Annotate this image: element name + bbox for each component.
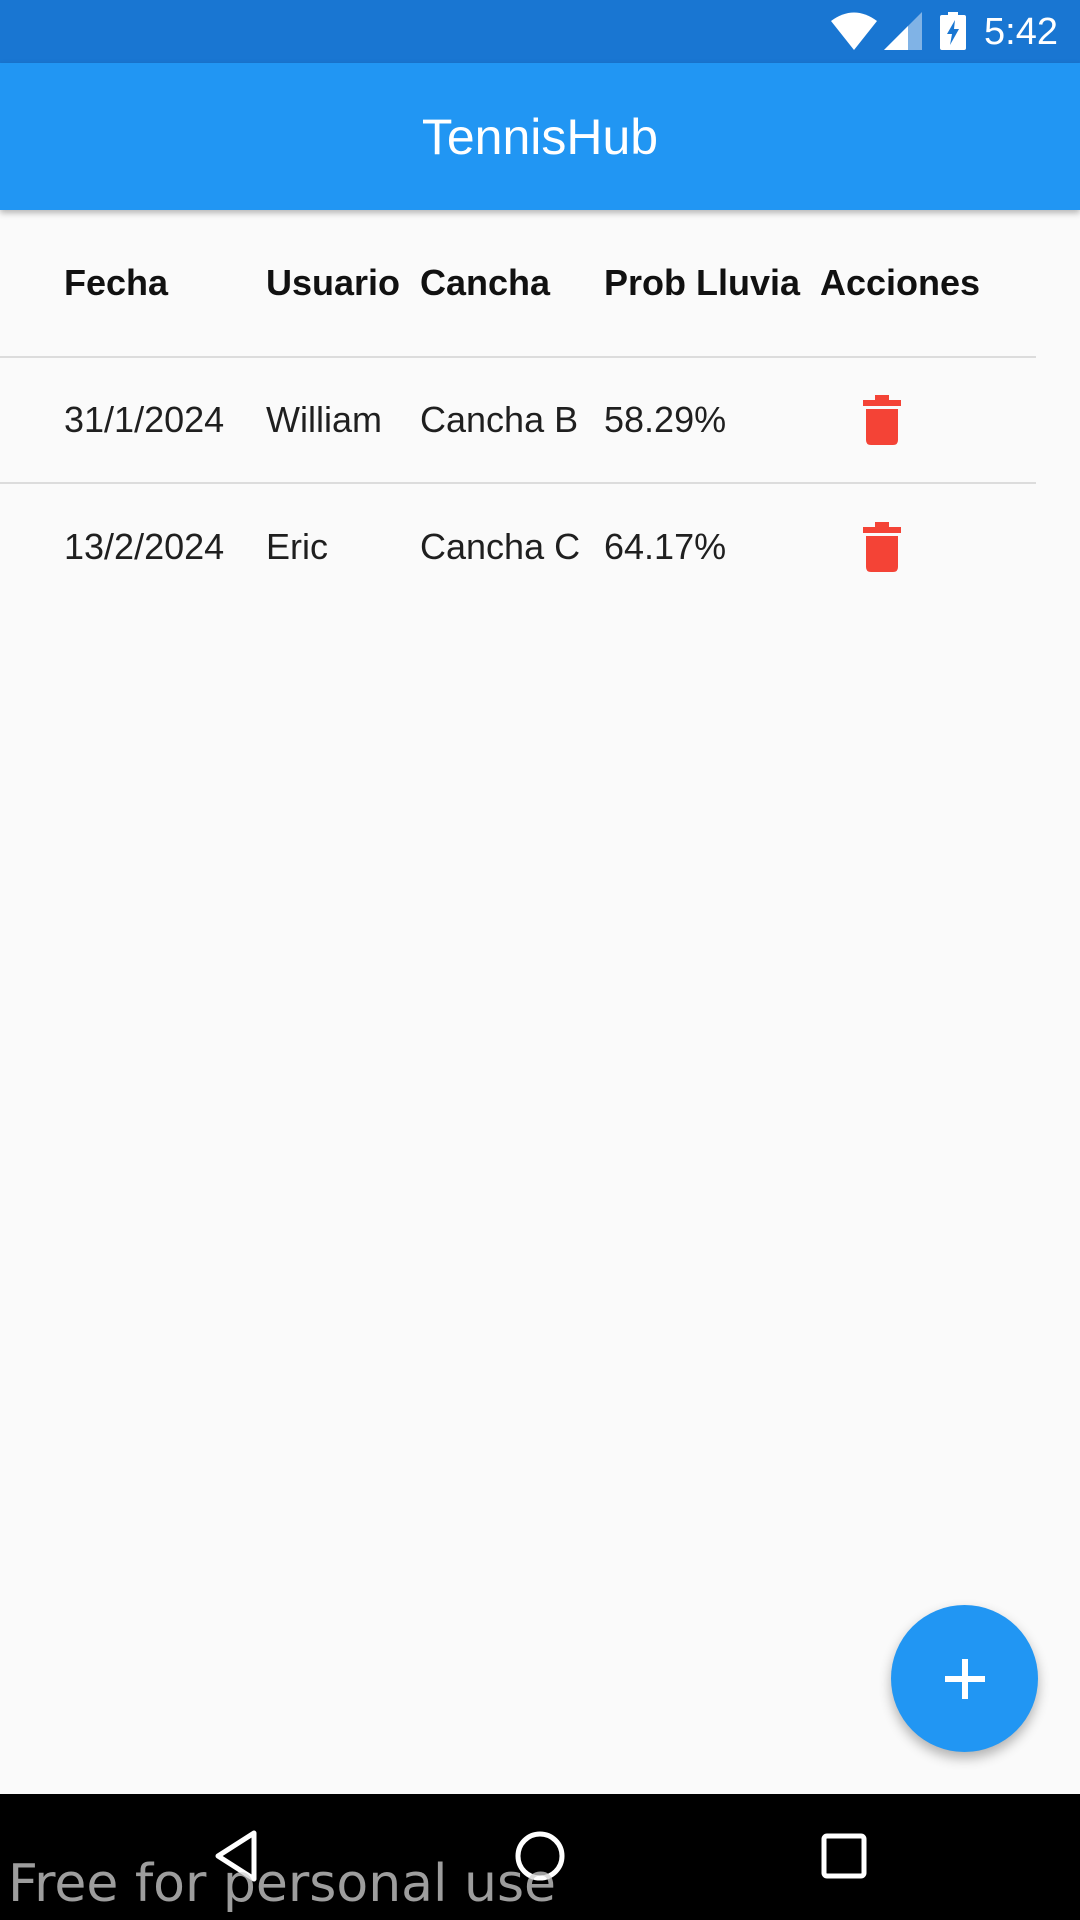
table-row: 13/2/2024 Eric Cancha C 64.17%	[0, 484, 1036, 610]
cell-usuario: Eric	[266, 526, 328, 567]
recents-icon	[821, 1833, 867, 1879]
status-bar: 5:42	[0, 0, 1080, 63]
battery-charging-icon	[940, 12, 966, 50]
add-reservation-fab[interactable]	[891, 1605, 1038, 1752]
reservations-table: Fecha Usuario Cancha Prob Lluvia Accione…	[0, 210, 1036, 610]
table-header-row: Fecha Usuario Cancha Prob Lluvia Accione…	[0, 210, 1036, 358]
nav-recents-button[interactable]	[812, 1824, 876, 1888]
cell-acciones	[854, 358, 910, 482]
column-header-fecha[interactable]: Fecha	[64, 210, 168, 356]
plus-icon	[944, 1658, 985, 1699]
app-title: TennisHub	[421, 109, 659, 165]
cell-signal-icon	[884, 12, 922, 50]
watermark: Free for personal use	[8, 1854, 557, 1914]
cell-acciones	[854, 484, 910, 610]
cell-cancha: Cancha B	[420, 399, 579, 440]
column-header-prob-lluvia[interactable]: Prob Lluvia	[604, 210, 800, 356]
trash-icon	[863, 395, 901, 445]
cell-cancha: Cancha C	[420, 526, 581, 567]
delete-button[interactable]	[854, 392, 910, 448]
table-row: 31/1/2024 William Cancha B 58.29%	[0, 358, 1036, 484]
column-header-acciones: Acciones	[820, 262, 981, 303]
cell-usuario: William	[266, 399, 382, 440]
screen: 5:42 TennisHub Fecha Usuario Cancha Prob…	[0, 0, 1080, 1920]
wifi-icon	[831, 12, 877, 50]
delete-button[interactable]	[854, 519, 910, 575]
clock-time: 5:42	[984, 11, 1058, 53]
cell-prob-lluvia: 58.29%	[604, 399, 727, 440]
cell-prob-lluvia: 64.17%	[604, 526, 727, 567]
column-header-cancha[interactable]: Cancha	[420, 210, 550, 356]
app-bar: TennisHub	[0, 63, 1080, 210]
cell-fecha: 31/1/2024	[64, 399, 225, 440]
column-header-usuario[interactable]: Usuario	[266, 210, 400, 356]
trash-icon	[863, 522, 901, 572]
cell-fecha: 13/2/2024	[64, 526, 225, 567]
